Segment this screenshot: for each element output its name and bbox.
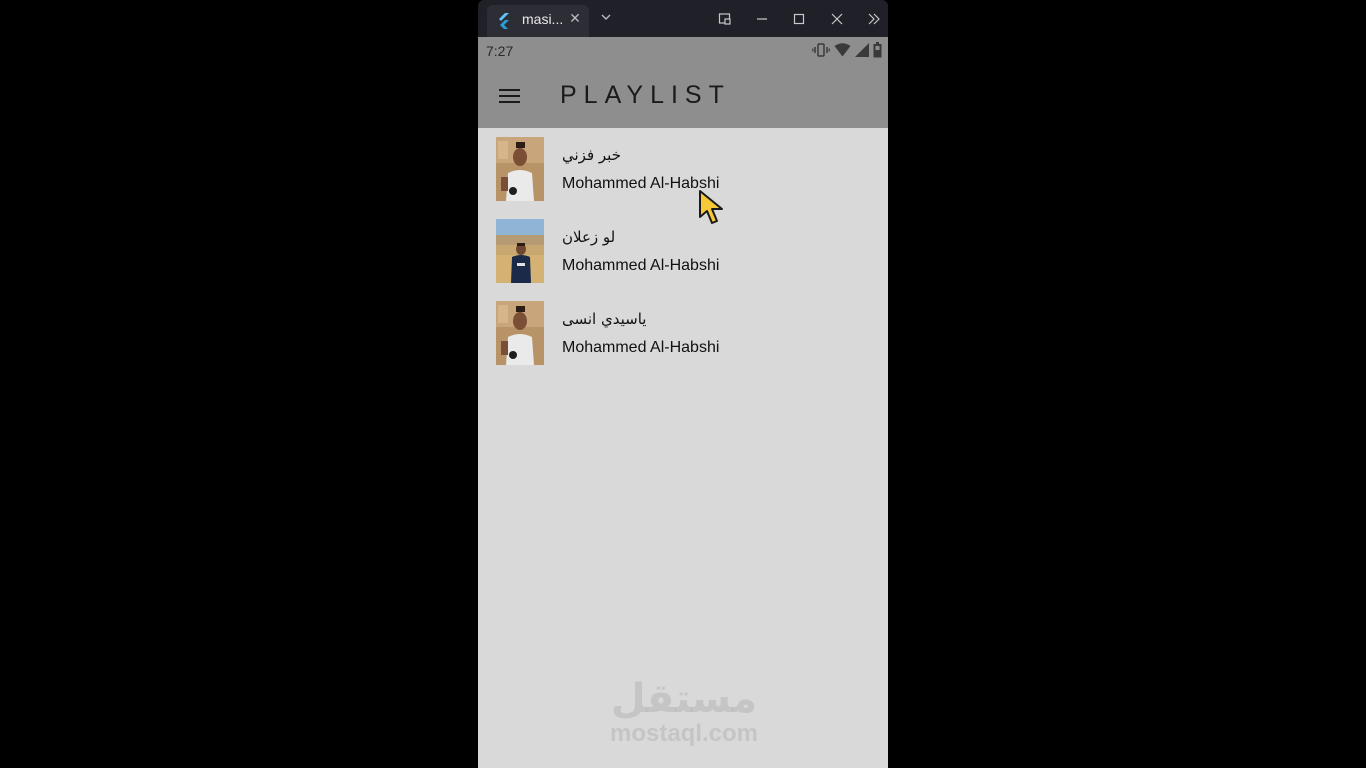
- battery-icon: [873, 42, 882, 58]
- artist-photo: [496, 301, 544, 365]
- flutter-icon: [499, 13, 509, 29]
- song-artist: Mohammed Al-Habshi: [562, 175, 720, 192]
- artist-photo: [496, 137, 544, 201]
- status-icons: [812, 42, 882, 58]
- playlist-item[interactable]: لو زعلان Mohammed Al-Habshi: [478, 210, 888, 292]
- window-tab[interactable]: masi... ✕: [487, 5, 589, 37]
- song-title: ياسيدي انسى: [562, 310, 647, 328]
- chevron-down-icon[interactable]: [599, 10, 613, 24]
- watermark-arabic: مستقل: [610, 676, 758, 722]
- status-time: 7:27: [486, 43, 514, 59]
- watermark-latin: mostaql.com: [609, 720, 759, 747]
- window-titlebar: masi... ✕: [478, 0, 888, 37]
- playlist-item[interactable]: ياسيدي انسى Mohammed Al-Habshi: [478, 292, 888, 374]
- song-artist: Mohammed Al-Habshi: [562, 339, 720, 356]
- watermark: مستقل mostaql.com: [599, 677, 769, 747]
- app-bar: PLAYLIST: [478, 65, 888, 128]
- status-bar: 7:27: [478, 37, 888, 65]
- emulator-window: masi... ✕ 7:27 PLAYLIST خبر فزني Mohamme…: [478, 0, 888, 768]
- song-title: لو زعلان: [562, 228, 616, 246]
- close-icon[interactable]: [829, 11, 845, 27]
- tab-title: masi...: [522, 11, 564, 27]
- minimize-icon[interactable]: [754, 11, 770, 27]
- artist-photo: [496, 219, 544, 283]
- more-chevron-icon[interactable]: [866, 11, 882, 27]
- song-artist: Mohammed Al-Habshi: [562, 257, 720, 274]
- wifi-icon: [834, 43, 851, 57]
- playlist-item[interactable]: خبر فزني Mohammed Al-Habshi: [478, 128, 888, 210]
- song-title: خبر فزني: [562, 146, 621, 164]
- signal-icon: [855, 43, 869, 57]
- tab-close-icon[interactable]: ✕: [567, 11, 583, 27]
- picture-in-picture-icon[interactable]: [717, 11, 733, 27]
- menu-icon[interactable]: [496, 83, 524, 109]
- vibrate-icon: [812, 43, 830, 57]
- phone-screen: 7:27 PLAYLIST خبر فزني Mohammed Al-Habsh…: [478, 37, 888, 768]
- page-title: PLAYLIST: [560, 81, 731, 109]
- maximize-icon[interactable]: [791, 11, 807, 27]
